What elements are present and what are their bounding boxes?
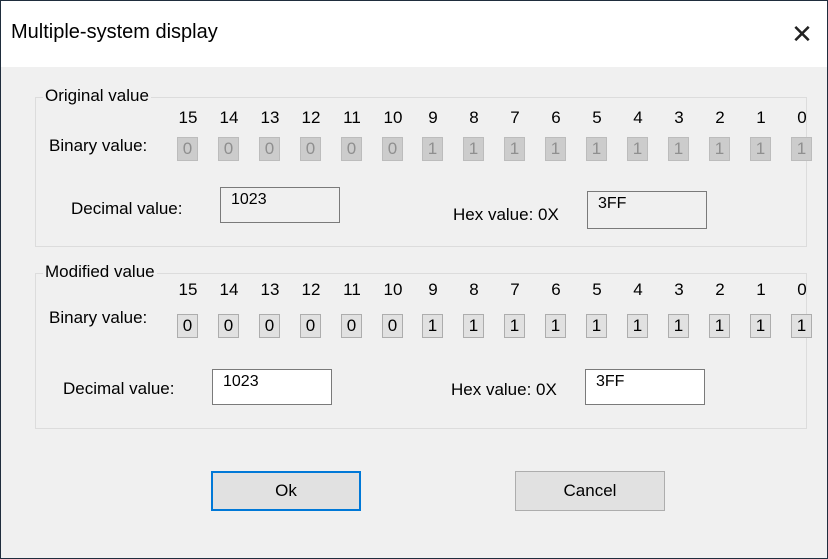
original-bit-index-label: 14	[219, 108, 239, 127]
modified-bit-index-label: 3	[674, 280, 684, 299]
modified-bit-7[interactable]: 1	[504, 314, 525, 338]
original-bit-index-label: 13	[260, 108, 280, 127]
close-icon[interactable]: ✕	[785, 15, 819, 53]
original-decimal-label: Decimal value:	[71, 199, 183, 218]
original-bit-5: 1	[586, 137, 607, 161]
original-bit-6: 1	[545, 137, 566, 161]
modified-hex-input[interactable]: 3FF	[585, 369, 705, 405]
original-bit-14: 0	[218, 137, 239, 161]
window-title: Multiple-system display	[11, 21, 218, 43]
original-bit-13: 0	[259, 137, 280, 161]
original-bit-8: 1	[463, 137, 484, 161]
original-bit-index-label: 4	[633, 108, 643, 127]
original-bit-index-label: 0	[797, 108, 807, 127]
original-bit-4: 1	[627, 137, 648, 161]
original-binary-label: Binary value:	[49, 136, 148, 155]
cancel-button[interactable]: Cancel	[515, 471, 665, 511]
original-bit-11: 0	[341, 137, 362, 161]
original-bit-index-label: 10	[383, 108, 403, 127]
modified-bit-index-label: 12	[301, 280, 321, 299]
modified-bit-2[interactable]: 1	[709, 314, 730, 338]
multiple-system-dialog: Multiple-system display ✕ Original value…	[0, 0, 828, 559]
modified-bit-index-label: 5	[592, 280, 602, 299]
original-hex-field: 3FF	[587, 191, 707, 229]
original-bit-index-label: 15	[178, 108, 198, 127]
original-bit-index-label: 9	[428, 108, 438, 127]
original-bit-index-label: 3	[674, 108, 684, 127]
modified-bit-index-label: 0	[797, 280, 807, 299]
original-bit-10: 0	[382, 137, 403, 161]
original-bit-0: 1	[791, 137, 812, 161]
modified-bit-14[interactable]: 0	[218, 314, 239, 338]
modified-bit-12[interactable]: 0	[300, 314, 321, 338]
modified-bit-index-label: 1	[756, 280, 766, 299]
original-hex-label: Hex value: 0X	[453, 205, 559, 224]
modified-bit-10[interactable]: 0	[382, 314, 403, 338]
ok-button[interactable]: Ok	[211, 471, 361, 511]
original-bit-3: 1	[668, 137, 689, 161]
original-bit-index-label: 12	[301, 108, 321, 127]
modified-bit-index-label: 13	[260, 280, 280, 299]
original-bit-index-label: 2	[715, 108, 725, 127]
modified-bit-1[interactable]: 1	[750, 314, 771, 338]
original-bit-index-label: 7	[510, 108, 520, 127]
modified-bit-index-label: 8	[469, 280, 479, 299]
modified-bit-index-label: 4	[633, 280, 643, 299]
original-bit-index-label: 6	[551, 108, 561, 127]
original-bit-index-label: 8	[469, 108, 479, 127]
modified-binary-label: Binary value:	[49, 308, 148, 327]
modified-decimal-label: Decimal value:	[63, 379, 175, 398]
modified-bit-index-label: 7	[510, 280, 520, 299]
original-bit-9: 1	[422, 137, 443, 161]
modified-bit-index-label: 10	[383, 280, 403, 299]
modified-bit-index-label: 6	[551, 280, 561, 299]
original-bit-1: 1	[750, 137, 771, 161]
modified-bit-15[interactable]: 0	[177, 314, 198, 338]
title-bar: Multiple-system display ✕	[1, 1, 827, 67]
modified-bit-0[interactable]: 1	[791, 314, 812, 338]
original-bit-index-label: 5	[592, 108, 602, 127]
original-bit-index-label: 1	[756, 108, 766, 127]
modified-bit-index-label: 9	[428, 280, 438, 299]
modified-bit-4[interactable]: 1	[627, 314, 648, 338]
modified-bit-index-label: 11	[343, 280, 361, 299]
modified-bit-9[interactable]: 1	[422, 314, 443, 338]
original-bit-7: 1	[504, 137, 525, 161]
modified-hex-label: Hex value: 0X	[451, 380, 557, 399]
original-bit-15: 0	[177, 137, 198, 161]
modified-bit-8[interactable]: 1	[463, 314, 484, 338]
modified-bit-5[interactable]: 1	[586, 314, 607, 338]
modified-bit-3[interactable]: 1	[668, 314, 689, 338]
original-value-legend: Original value	[43, 86, 151, 106]
modified-bit-6[interactable]: 1	[545, 314, 566, 338]
original-bit-index-label: 11	[343, 108, 361, 127]
modified-bit-index-label: 2	[715, 280, 725, 299]
modified-bit-index-label: 14	[219, 280, 239, 299]
modified-bit-index-label: 15	[178, 280, 198, 299]
original-decimal-field: 1023	[220, 187, 340, 223]
modified-bit-13[interactable]: 0	[259, 314, 280, 338]
original-bit-12: 0	[300, 137, 321, 161]
modified-bit-11[interactable]: 0	[341, 314, 362, 338]
modified-decimal-input[interactable]: 1023	[212, 369, 332, 405]
modified-value-legend: Modified value	[43, 262, 157, 282]
original-bit-2: 1	[709, 137, 730, 161]
